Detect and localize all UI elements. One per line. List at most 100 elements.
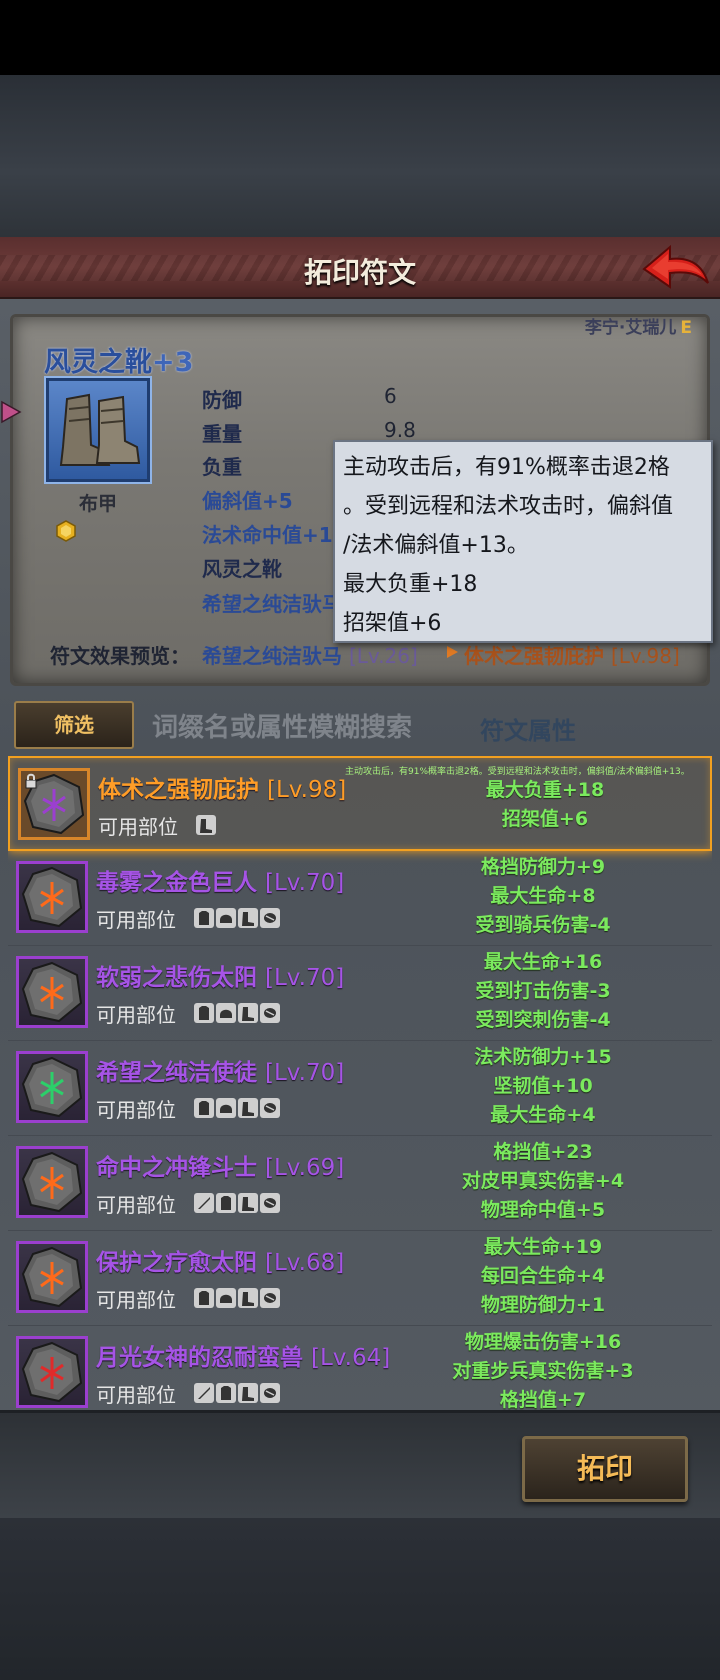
rune-level: [Lv.70]	[265, 1060, 345, 1086]
rune-description: 主动攻击后，有91%概率击退2格。受到远程和法术攻击时，偏斜值/法术偏斜值+13…	[345, 767, 690, 777]
rune-stone-icon	[21, 961, 83, 1023]
filter-button[interactable]: 筛选	[14, 701, 134, 749]
rune-level: [Lv.98]	[267, 777, 347, 803]
rune-name: 软弱之悲伤太阳 [Lv.70]	[96, 958, 344, 992]
armor-slot-icon	[216, 1193, 236, 1213]
slot-label: 可用部位	[98, 815, 178, 839]
helm-slot-icon	[216, 1098, 236, 1118]
gloves-slot-icon	[260, 1003, 280, 1023]
rune-level: [Lv.70]	[265, 965, 345, 991]
rune-name-text: 软弱之悲伤太阳	[96, 965, 257, 991]
rune-name: 毒雾之金色巨人 [Lv.70]	[96, 863, 344, 897]
slot-label: 可用部位	[96, 908, 176, 932]
rune-level: [Lv.68]	[265, 1250, 345, 1276]
gloves-slot-icon	[260, 1193, 280, 1213]
rune-attributes: 法术防御力+15 坚韧值+10 最大生命+4	[428, 1043, 658, 1130]
search-input[interactable]	[140, 706, 440, 750]
rune-attribute: 最大负重+18	[485, 779, 605, 801]
rune-attribute: 每回合生命+4	[480, 1265, 606, 1287]
tooltip-line: /法术偏斜值+13。	[343, 533, 529, 558]
rune-preview-new: 体术之强韧庇护 [Lv.98]	[464, 640, 680, 669]
left-tab-arrow-icon[interactable]	[0, 400, 22, 424]
rune-row[interactable]: 软弱之悲伤太阳 [Lv.70] 可用部位 最大生命+16 受到打击伤害-3 受到突刺伤害…	[8, 946, 712, 1041]
rune-name-text: 保护之疗愈太阳	[96, 1250, 257, 1276]
lock-icon	[23, 773, 39, 789]
armor-slot-icon	[194, 1003, 214, 1023]
rune-name-text: 希望之纯洁使徒	[96, 1060, 257, 1086]
rune-attributes: 最大生命+16 受到打击伤害-3 受到突刺伤害-4	[428, 948, 658, 1035]
rune-level: [Lv.69]	[265, 1155, 345, 1181]
stat-extra-spell-hit: 法术命中值+1	[202, 523, 333, 547]
rune-attribute: 格挡防御力+9	[480, 856, 606, 878]
rune-attribute: 最大生命+4	[490, 1104, 596, 1126]
owner-grade: E	[680, 318, 692, 338]
helm-slot-icon	[216, 1288, 236, 1308]
rune-icon	[16, 1051, 88, 1123]
rune-list[interactable]: 体术之强韧庇护 [Lv.98] 可用部位 最大负重+18 招架值+6 主动攻击后，有91…	[8, 756, 712, 1410]
owner-label: 李宁·艾瑞儿	[584, 318, 677, 338]
rune-attribute: 最大生命+8	[490, 885, 596, 907]
armor-slot-icon	[216, 1383, 236, 1403]
rune-preview-current-name: 希望之纯洁驮马	[202, 644, 342, 668]
rune-level: [Lv.64]	[311, 1345, 391, 1371]
rubbing-button[interactable]: 拓印	[522, 1436, 688, 1502]
slot-icons	[194, 908, 280, 928]
rune-row[interactable]: 毒雾之金色巨人 [Lv.70] 可用部位 格挡防御力+9 最大生命+8 受到骑兵伤害-4	[8, 851, 712, 946]
rune-level: [Lv.70]	[265, 870, 345, 896]
rune-stone-icon	[21, 866, 83, 928]
boots-slot-icon	[238, 1383, 258, 1403]
page-title: 拓印符文	[303, 256, 416, 289]
rune-row[interactable]: 体术之强韧庇护 [Lv.98] 可用部位 最大负重+18 招架值+6 主动攻击后，有91…	[8, 756, 712, 851]
rune-attribute-tab[interactable]: 符文属性	[480, 711, 576, 746]
title-bar: 拓印符文	[0, 237, 720, 299]
slot-label: 可用部位	[96, 1383, 176, 1407]
status-bar-area	[0, 0, 720, 75]
slot-label: 可用部位	[96, 1003, 176, 1027]
rune-attributes: 格挡防御力+9 最大生命+8 受到骑兵伤害-4	[428, 853, 658, 940]
rune-icon	[16, 861, 88, 933]
rune-name-text: 命中之冲锋斗士	[96, 1155, 257, 1181]
boots-slot-icon	[196, 815, 216, 835]
boots-slot-icon	[238, 908, 258, 928]
rune-attribute: 受到打击伤害-3	[475, 980, 611, 1002]
rune-row[interactable]: 命中之冲锋斗士 [Lv.69] 可用部位 格挡值+23 对皮甲真实伤害+4 物理命中值+…	[8, 1136, 712, 1231]
slot-icons	[196, 815, 216, 835]
stat-extra-set-name: 风灵之靴	[202, 557, 282, 581]
owner-name: 李宁·艾瑞儿 E	[585, 313, 692, 338]
stat-extra-rune: 希望之纯洁驮马	[202, 592, 342, 616]
rune-attribute: 最大生命+16	[483, 951, 603, 973]
rune-name: 保护之疗愈太阳 [Lv.68]	[96, 1243, 344, 1277]
rune-row[interactable]: 保护之疗愈太阳 [Lv.68] 可用部位 最大生命+19 每回合生命+4 物理防御力+1	[8, 1231, 712, 1326]
weapon-slot-icon	[194, 1193, 214, 1213]
tooltip-line: 招架值+6	[343, 611, 442, 636]
boots-slot-icon	[238, 1003, 258, 1023]
item-icon[interactable]	[46, 378, 150, 482]
rune-name-text: 毒雾之金色巨人	[96, 870, 257, 896]
rune-preview-current: 希望之纯洁驮马 [Lv.26]	[202, 640, 418, 669]
weapon-slot-icon	[194, 1383, 214, 1403]
slot-icons	[194, 1288, 280, 1308]
rune-stone-icon	[21, 1246, 83, 1308]
rune-attribute: 法术防御力+15	[474, 1046, 612, 1068]
rune-attribute: 物理防御力+1	[480, 1294, 606, 1316]
rune-name: 希望之纯洁使徒 [Lv.70]	[96, 1053, 344, 1087]
gloves-slot-icon	[260, 1383, 280, 1403]
rune-attribute: 受到骑兵伤害-4	[475, 914, 611, 936]
rune-icon	[16, 956, 88, 1028]
rune-icon	[16, 1241, 88, 1313]
slot-icons	[194, 1193, 280, 1213]
background-bottom	[0, 1518, 720, 1680]
item-type: 布甲	[78, 493, 117, 515]
rune-row[interactable]: 希望之纯洁使徒 [Lv.70] 可用部位 法术防御力+15 坚韧值+10 最大生命+4	[8, 1041, 712, 1136]
back-button[interactable]	[640, 243, 712, 293]
tooltip-line: 。受到远程和法术攻击时，偏斜值	[343, 494, 674, 519]
stat-extra-deflect: 偏斜值+5	[202, 489, 293, 513]
rune-row[interactable]: 月光女神的忍耐蛮兽 [Lv.64] 可用部位 物理爆击伤害+16 对重步兵真实伤害+3…	[8, 1326, 712, 1410]
item-enhance-level: +3	[152, 347, 194, 378]
boots-slot-icon	[238, 1193, 258, 1213]
tooltip-line: 主动攻击后，有91%概率击退2格	[343, 455, 670, 480]
rune-icon	[16, 1336, 88, 1408]
slot-label: 可用部位	[96, 1288, 176, 1312]
boots-icon	[59, 393, 141, 466]
stat-weight-label: 重量	[202, 422, 242, 446]
